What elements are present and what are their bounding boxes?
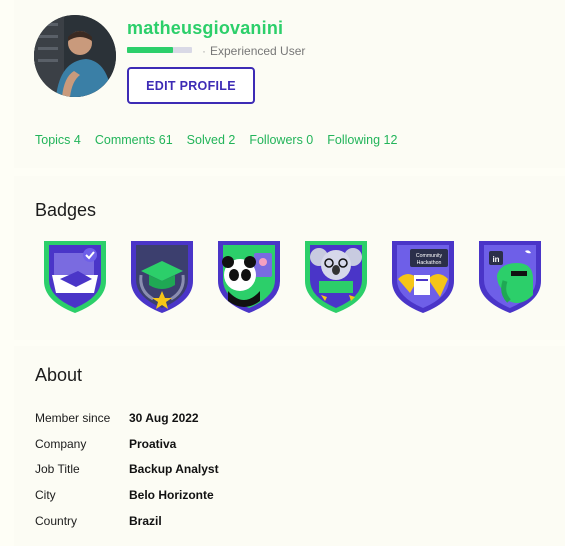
- rank-label-text: Experienced User: [210, 44, 306, 58]
- elephant-social-badge-icon[interactable]: in: [475, 235, 545, 315]
- profile-stats: Topics 4 Comments 61 Solved 2 Followers …: [35, 133, 397, 147]
- about-value: Backup Analyst: [129, 462, 219, 477]
- stat-followers[interactable]: Followers 0: [249, 133, 313, 147]
- hackathon-badge-text-line1: Community: [416, 253, 443, 259]
- stat-comments[interactable]: Comments 61: [95, 133, 173, 147]
- about-key: City: [35, 487, 56, 502]
- hackathon-badge-text-line2: Hackathon: [417, 260, 442, 266]
- about-row-city: City Belo Horizonte: [35, 482, 219, 508]
- panda-badge-icon[interactable]: [214, 235, 284, 315]
- avatar[interactable]: [34, 15, 116, 97]
- username: matheusgiovanini: [127, 18, 284, 38]
- about-value: Belo Horizonte: [129, 487, 214, 502]
- edit-profile-button[interactable]: EDIT PROFILE: [127, 67, 255, 104]
- stat-solved[interactable]: Solved 2: [187, 133, 236, 147]
- rank-label: · Experienced User: [202, 44, 306, 58]
- about-key: Job Title: [35, 462, 80, 477]
- graduation-cap-laurel-badge-icon[interactable]: [127, 235, 197, 315]
- about-list: Member since 30 Aug 2022 Company Proativ…: [35, 405, 219, 533]
- about-value: Brazil: [129, 513, 162, 528]
- about-row-country: Country Brazil: [35, 508, 219, 534]
- about-value: Proativa: [129, 436, 177, 451]
- about-key: Country: [35, 513, 78, 528]
- about-row-company: Company Proativa: [35, 431, 219, 457]
- about-row-job-title: Job Title Backup Analyst: [35, 456, 219, 482]
- rank-progress-bar: [127, 47, 192, 53]
- graduation-laptop-badge-icon[interactable]: [40, 235, 110, 315]
- badges-heading: Badges: [35, 200, 97, 220]
- rank-progress-fill: [127, 47, 173, 53]
- koala-badge-icon[interactable]: [301, 235, 371, 315]
- badge-list: Community Hackathon in: [40, 235, 545, 315]
- stat-topics[interactable]: Topics 4: [35, 133, 81, 147]
- about-value: 30 Aug 2022: [129, 410, 199, 425]
- community-hackathon-badge-icon[interactable]: Community Hackathon: [388, 235, 458, 315]
- stat-following[interactable]: Following 12: [327, 133, 397, 147]
- linkedin-badge-text: in: [492, 255, 499, 264]
- about-heading: About: [35, 365, 83, 385]
- about-key: Company: [35, 436, 87, 451]
- about-row-member-since: Member since 30 Aug 2022: [35, 405, 219, 431]
- about-key: Member since: [35, 410, 111, 425]
